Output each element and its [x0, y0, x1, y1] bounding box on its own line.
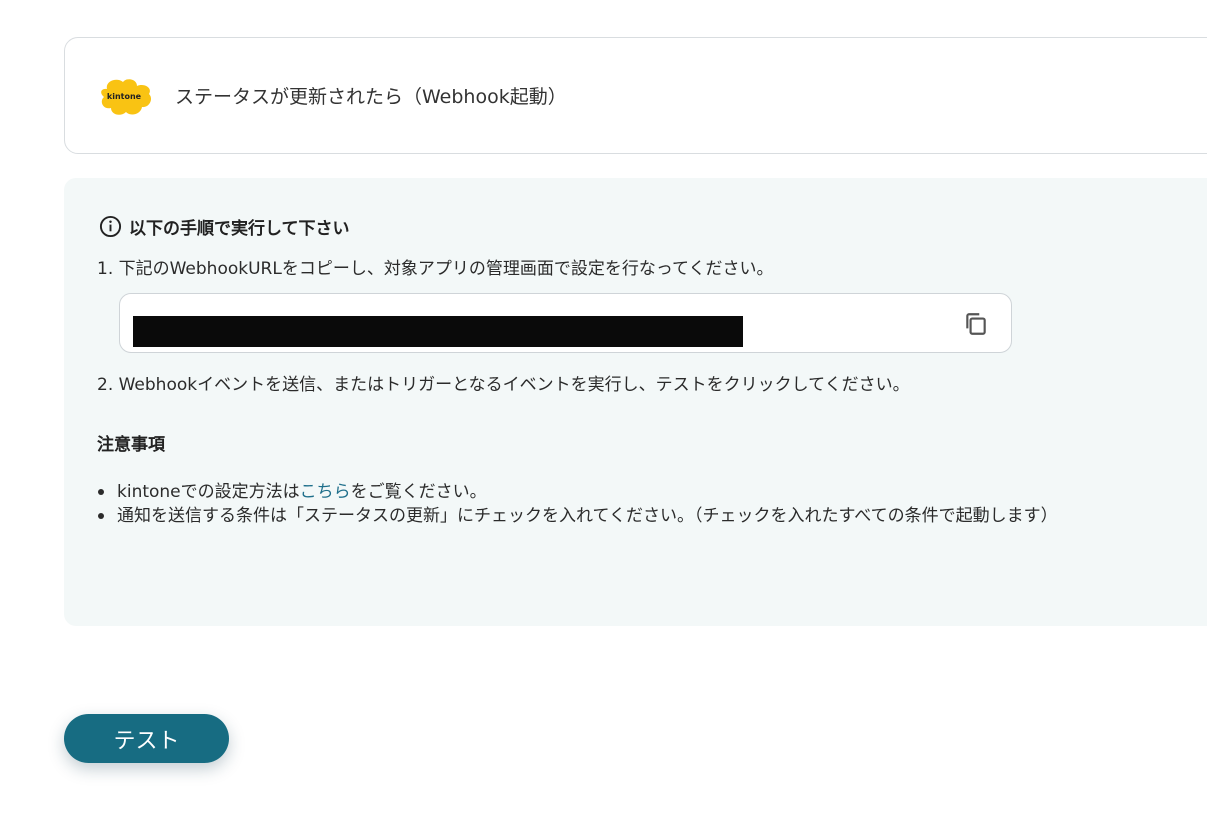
caution-item-setup-text-after: をご覧ください。 [350, 482, 487, 502]
caution-list: kintoneでの設定方法はこちらをご覧ください。 通知を送信する条件は「ステー… [97, 480, 1058, 528]
step-1-text: 1. 下記のWebhookURLをコピーし、対象アプリの管理画面で設定を行なって… [97, 259, 774, 279]
caution-item-setup: kintoneでの設定方法はこちらをご覧ください。 [97, 480, 1058, 504]
instruction-heading: 以下の手順で実行して下さい [99, 214, 350, 239]
kintone-logo: kintone [101, 79, 152, 115]
kintone-logo-text: kintone [107, 92, 142, 101]
setup-guide-link[interactable]: こちら [300, 482, 351, 502]
test-button[interactable]: テスト [64, 714, 229, 763]
caution-item-condition: 通知を送信する条件は「ステータスの更新」にチェックを入れてください。（チェックを… [97, 504, 1058, 528]
copy-icon[interactable] [963, 311, 989, 337]
caution-item-setup-text-before: kintoneでの設定方法は [117, 482, 300, 502]
instruction-heading-text: 以下の手順で実行して下さい [129, 219, 350, 239]
webhook-url-value[interactable] [133, 316, 743, 347]
webhook-url-field[interactable] [119, 293, 1012, 353]
trigger-title: ステータスが更新されたら（Webhook起動） [175, 86, 567, 108]
caution-heading: 注意事項 [97, 435, 165, 455]
step-2-text: 2. Webhookイベントを送信、またはトリガーとなるイベントを実行し、テスト… [97, 375, 910, 395]
instruction-panel: 以下の手順で実行して下さい 1. 下記のWebhookURLをコピーし、対象アプ… [64, 178, 1207, 626]
trigger-card[interactable]: kintone ステータスが更新されたら（Webhook起動） [64, 37, 1207, 154]
info-circle-icon [99, 215, 122, 238]
